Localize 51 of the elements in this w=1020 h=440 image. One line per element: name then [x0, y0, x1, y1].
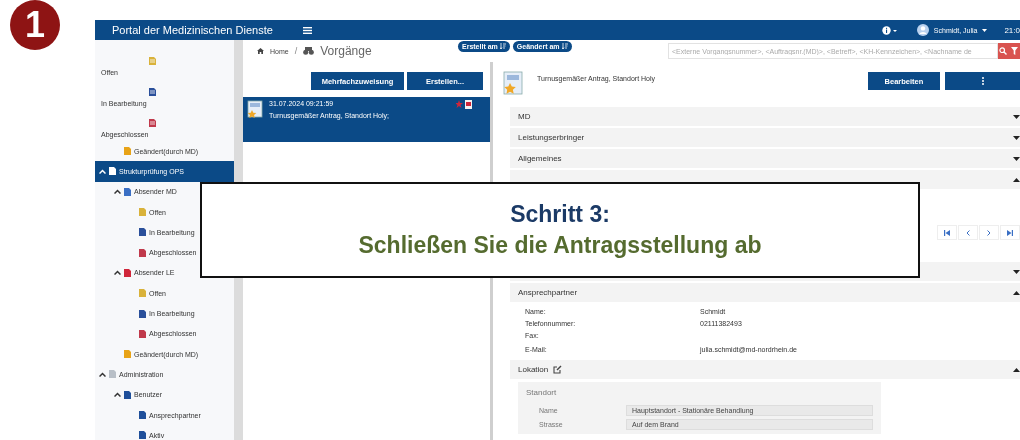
accordion-header[interactable]: Allgemeines — [510, 149, 1020, 168]
chevron-icon — [114, 392, 121, 398]
caret-icon — [1013, 177, 1020, 182]
binoculars-icon — [303, 47, 315, 55]
caret-icon — [982, 28, 988, 32]
document-icon — [109, 370, 116, 379]
chevron-left-icon — [966, 229, 970, 236]
home-icon — [257, 48, 264, 54]
callout-text: Schließen Sie die Antragsstellung ab — [358, 232, 762, 259]
document-icon — [139, 289, 146, 298]
breadcrumb-link[interactable]: Vorgänge — [320, 44, 372, 58]
chevron-icon — [114, 270, 121, 276]
sort-icon — [561, 43, 568, 49]
menu-icon[interactable] — [302, 26, 312, 34]
document-icon — [109, 167, 116, 176]
search-icon — [999, 47, 1007, 55]
sort-icon — [499, 43, 506, 49]
caret-icon — [1013, 156, 1020, 161]
status-icons — [456, 100, 472, 109]
accordion-header[interactable]: MD — [510, 107, 1020, 126]
edit-icon[interactable] — [553, 365, 563, 374]
last-page-button[interactable] — [1000, 225, 1020, 240]
vertical-dots-icon — [981, 77, 984, 85]
callout-heading: Schritt 3: — [510, 201, 610, 228]
first-page-button[interactable] — [937, 225, 957, 240]
info-dropdown-icon[interactable] — [881, 25, 898, 35]
search-button[interactable] — [998, 43, 1008, 59]
chevron-icon — [99, 168, 106, 174]
chevron-right-icon — [987, 229, 991, 236]
chevron-icon — [114, 189, 121, 195]
document-icon — [149, 57, 156, 65]
clock-time: 21:0 — [1004, 25, 1020, 35]
user-avatar-icon — [916, 24, 929, 36]
app-title: Portal der Medizinischen Dienste — [112, 24, 273, 36]
filter-button[interactable] — [1008, 43, 1020, 59]
caret-icon — [1013, 114, 1020, 119]
accordion-header[interactable]: Lokation — [510, 360, 1020, 379]
first-page-icon — [944, 229, 950, 236]
caret-icon — [1013, 135, 1020, 140]
filter-icon — [1010, 47, 1018, 55]
caret-icon — [1013, 269, 1020, 274]
document-icon — [139, 208, 146, 217]
caret-icon — [1013, 367, 1020, 372]
accordion-header[interactable]: Ansprechpartner — [510, 283, 1020, 302]
step-number-badge: 1 — [10, 0, 60, 50]
last-page-icon — [1007, 229, 1013, 236]
breadcrumb-separator: / — [294, 46, 298, 56]
caret-icon — [1013, 290, 1020, 295]
chevron-icon — [99, 371, 106, 377]
accordion-header[interactable]: Leistungserbringer — [510, 128, 1020, 147]
card-title: Standort — [526, 388, 558, 397]
